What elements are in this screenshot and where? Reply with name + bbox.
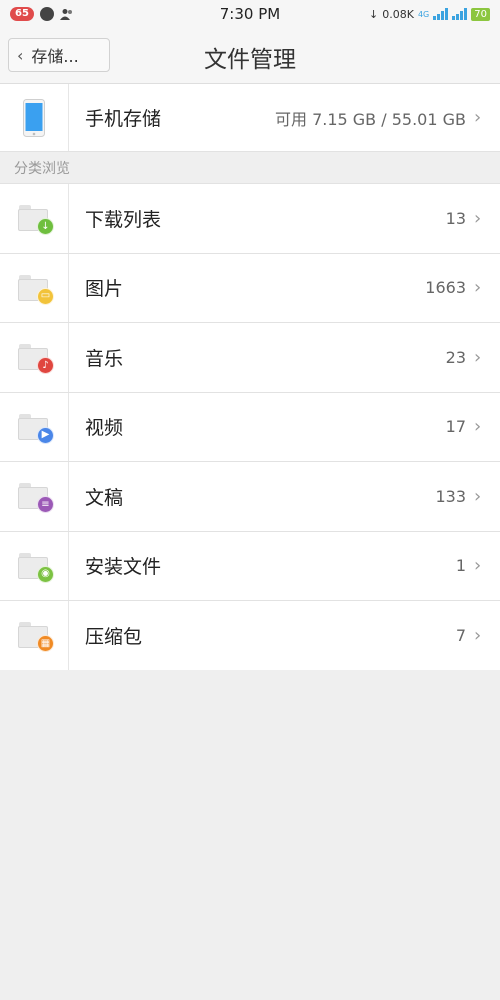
category-count: 7 [455, 625, 466, 645]
android-icon: ◉ [37, 565, 54, 583]
category-count: 17 [445, 417, 466, 437]
folder-icon: ◉ [18, 552, 54, 583]
category-count: 1 [455, 556, 466, 576]
chevron-right-icon: › [474, 346, 482, 368]
status-time: 7:30 PM [219, 5, 281, 23]
folder-icon: ▭ [18, 274, 54, 305]
page-title: 文件管理 [204, 47, 296, 73]
category-row[interactable]: ≡ 文稿 133 › [0, 462, 500, 532]
chevron-right-icon: › [474, 555, 482, 577]
archive-icon: ▦ [37, 635, 54, 653]
battery-icon: 70 [471, 7, 490, 21]
section-header: 分类浏览 [0, 152, 500, 184]
image-icon: ▭ [37, 287, 54, 305]
phone-storage-label: 手机存储 [85, 108, 162, 130]
phone-storage-row[interactable]: 手机存储 可用 7.15 GB / 55.01 GB › [0, 84, 500, 152]
network-speed: 0.08K [382, 7, 414, 21]
empty-area [0, 670, 500, 1000]
category-count: 23 [445, 347, 466, 367]
category-label: 文稿 [85, 486, 124, 509]
video-icon: ▶ [37, 426, 54, 444]
category-label: 安装文件 [85, 556, 162, 579]
category-row[interactable]: ↓ 下载列表 13 › [0, 184, 500, 254]
category-row[interactable]: ▭ 图片 1663 › [0, 253, 500, 323]
category-label: 视频 [85, 417, 124, 440]
chevron-right-icon: › [474, 416, 482, 438]
chevron-right-icon: › [474, 207, 482, 229]
category-count: 1663 [425, 278, 466, 298]
signal-icon [433, 8, 449, 20]
folder-icon: ≡ [18, 483, 54, 514]
chevron-right-icon: › [474, 485, 482, 507]
category-label: 压缩包 [85, 625, 143, 648]
category-row[interactable]: ♪ 音乐 23 › [0, 323, 500, 393]
chevron-right-icon: › [474, 107, 482, 128]
header: ‹ 存储... 文件管理 [0, 28, 500, 84]
category-label: 下载列表 [85, 208, 162, 231]
category-list: ↓ 下载列表 13 › ▭ 图片 1663 › ♪ 音乐 23 › ▶ 视频 17 › ≡ 文稿 133 › ◉ 安装文件… [0, 184, 500, 671]
network-speed-icon: ↓ [369, 7, 379, 21]
category-row[interactable]: ▶ 视频 17 › [0, 392, 500, 462]
contacts-icon [59, 9, 72, 20]
phone-storage-value: 可用 7.15 GB / 55.01 GB [274, 109, 466, 129]
signal-icon-2 [452, 8, 468, 20]
folder-icon: ▶ [18, 413, 54, 444]
category-row[interactable]: ◉ 安装文件 1 › [0, 531, 500, 601]
folder-icon: ▦ [18, 622, 54, 653]
chevron-right-icon: › [474, 624, 482, 646]
category-count: 13 [445, 208, 466, 228]
document-icon: ≡ [37, 496, 54, 514]
phone-icon [23, 98, 45, 137]
shield-icon [39, 7, 54, 21]
music-icon: ♪ [37, 357, 54, 375]
folder-icon: ↓ [18, 205, 54, 236]
download-icon: ↓ [37, 218, 54, 236]
chevron-right-icon: › [474, 277, 482, 299]
notification-badge: 65 [10, 7, 34, 21]
category-label: 音乐 [85, 347, 124, 370]
category-row[interactable]: ▦ 压缩包 7 › [0, 601, 500, 671]
network-type: 4G [417, 9, 430, 19]
status-bar: 65 7:30 PM ↓ 0.08K 4G 70 [0, 0, 500, 28]
category-label: 图片 [85, 278, 124, 301]
category-count: 133 [435, 486, 466, 506]
folder-icon: ♪ [18, 344, 54, 375]
